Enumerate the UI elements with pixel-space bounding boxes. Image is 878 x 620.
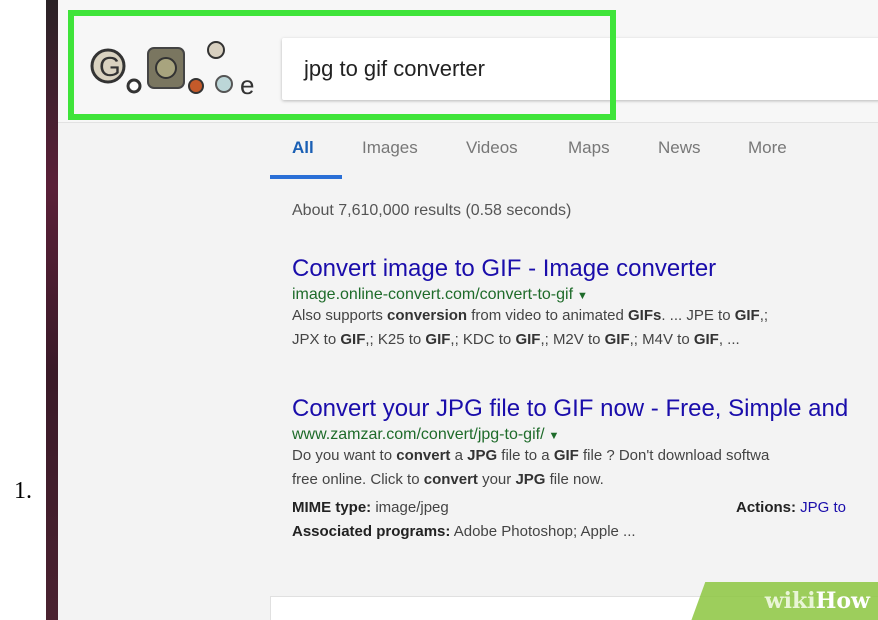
watermark-how: How [815, 588, 870, 614]
snippet-bold: GIF [553, 447, 579, 464]
result-url-text: image.online-convert.com/convert-to-gif [292, 286, 574, 303]
mime-value: image/jpeg [371, 499, 449, 516]
snippet-bold: convert [396, 447, 451, 464]
snippet-text: Also supports [292, 307, 388, 324]
actions-link[interactable]: JPG to [796, 499, 846, 516]
result-title-link[interactable]: Convert your JPG file to GIF now - Free,… [292, 395, 878, 423]
url-dropdown-icon[interactable]: ▼ [577, 290, 588, 302]
result-meta-row: Associated programs: Adobe Photoshop; Ap… [292, 520, 878, 544]
url-dropdown-icon[interactable]: ▼ [549, 430, 560, 442]
snippet-text: file to a [497, 447, 554, 464]
tab-maps[interactable]: Maps [568, 135, 610, 179]
assoc-value: Adobe Photoshop; Apple ... [450, 523, 636, 540]
tab-images[interactable]: Images [362, 135, 418, 179]
result-snippet-line: free online. Click to convert your JPG f… [292, 468, 878, 492]
snippet-text: ,; [759, 307, 769, 324]
snippet-bold: GIF [425, 331, 451, 348]
step-number: 1. [14, 478, 32, 504]
tab-more[interactable]: More [748, 135, 787, 179]
snippet-bold: GIF [734, 307, 760, 324]
result-url-text: www.zamzar.com/convert/jpg-to-gif/ [292, 426, 545, 443]
search-header: G e jpg to gif converter [58, 0, 878, 123]
result-url[interactable]: www.zamzar.com/convert/jpg-to-gif/ ▼ [292, 426, 878, 444]
snippet-bold: JPG [515, 471, 546, 488]
snippet-text: ,; KDC to [450, 331, 516, 348]
actions-label: Actions: [736, 499, 796, 516]
result-snippet-line: Also supports conversion from video to a… [292, 304, 878, 328]
snippet-bold: GIF [693, 331, 719, 348]
snippet-text: Do you want to [292, 447, 397, 464]
result-meta-row: MIME type: image/jpeg Actions: JPG to [292, 496, 878, 520]
snippet-bold: GIF [515, 331, 541, 348]
desktop-edge [46, 0, 58, 620]
snippet-text: , ... [718, 331, 740, 348]
wikihow-watermark: wikiHow [765, 588, 870, 614]
search-result: Convert your JPG file to GIF now - Free,… [292, 395, 878, 544]
mime-label: MIME type: [292, 499, 372, 516]
watermark-wiki: wiki [764, 588, 816, 614]
assoc-label: Associated programs: [292, 523, 451, 540]
tab-all[interactable]: All [292, 135, 314, 179]
actions-block: Actions: JPG to [736, 496, 846, 520]
snippet-text: file now. [545, 471, 604, 488]
search-highlight-box [68, 10, 616, 120]
snippet-text: ,; M2V to [540, 331, 605, 348]
snippet-text: . ... JPE to [661, 307, 735, 324]
snippet-text: your [477, 471, 516, 488]
result-snippet-line: JPX to GIF,; K25 to GIF,; KDC to GIF,; M… [292, 328, 878, 352]
search-tabs: All Images Videos Maps News More [270, 135, 870, 179]
result-snippet-line: Do you want to convert a JPG file to a G… [292, 444, 878, 468]
snippet-bold: GIFs [628, 307, 662, 324]
snippet-bold: JPG [467, 447, 498, 464]
snippet-text: ,; K25 to [365, 331, 426, 348]
snippet-text: free online. Click to [292, 471, 424, 488]
tab-news[interactable]: News [658, 135, 701, 179]
snippet-bold: convert [423, 471, 478, 488]
active-tab-indicator [270, 175, 342, 179]
screenshot: G e jpg to gif converter All Images Vide… [46, 0, 878, 620]
tab-videos[interactable]: Videos [466, 135, 518, 179]
snippet-bold: GIF [604, 331, 630, 348]
snippet-text: file ? Don't download softwa [578, 447, 770, 464]
search-result: Convert image to GIF - Image converter i… [292, 255, 878, 352]
snippet-bold: conversion [387, 307, 468, 324]
result-title-link[interactable]: Convert image to GIF - Image converter [292, 255, 878, 283]
result-url[interactable]: image.online-convert.com/convert-to-gif ▼ [292, 286, 878, 304]
results-count: About 7,610,000 results (0.58 seconds) [292, 202, 572, 219]
snippet-text: from video to animated [467, 307, 628, 324]
snippet-bold: GIF [340, 331, 366, 348]
snippet-text: JPX to [292, 331, 341, 348]
snippet-text: ,; M4V to [629, 331, 694, 348]
snippet-text: a [450, 447, 468, 464]
